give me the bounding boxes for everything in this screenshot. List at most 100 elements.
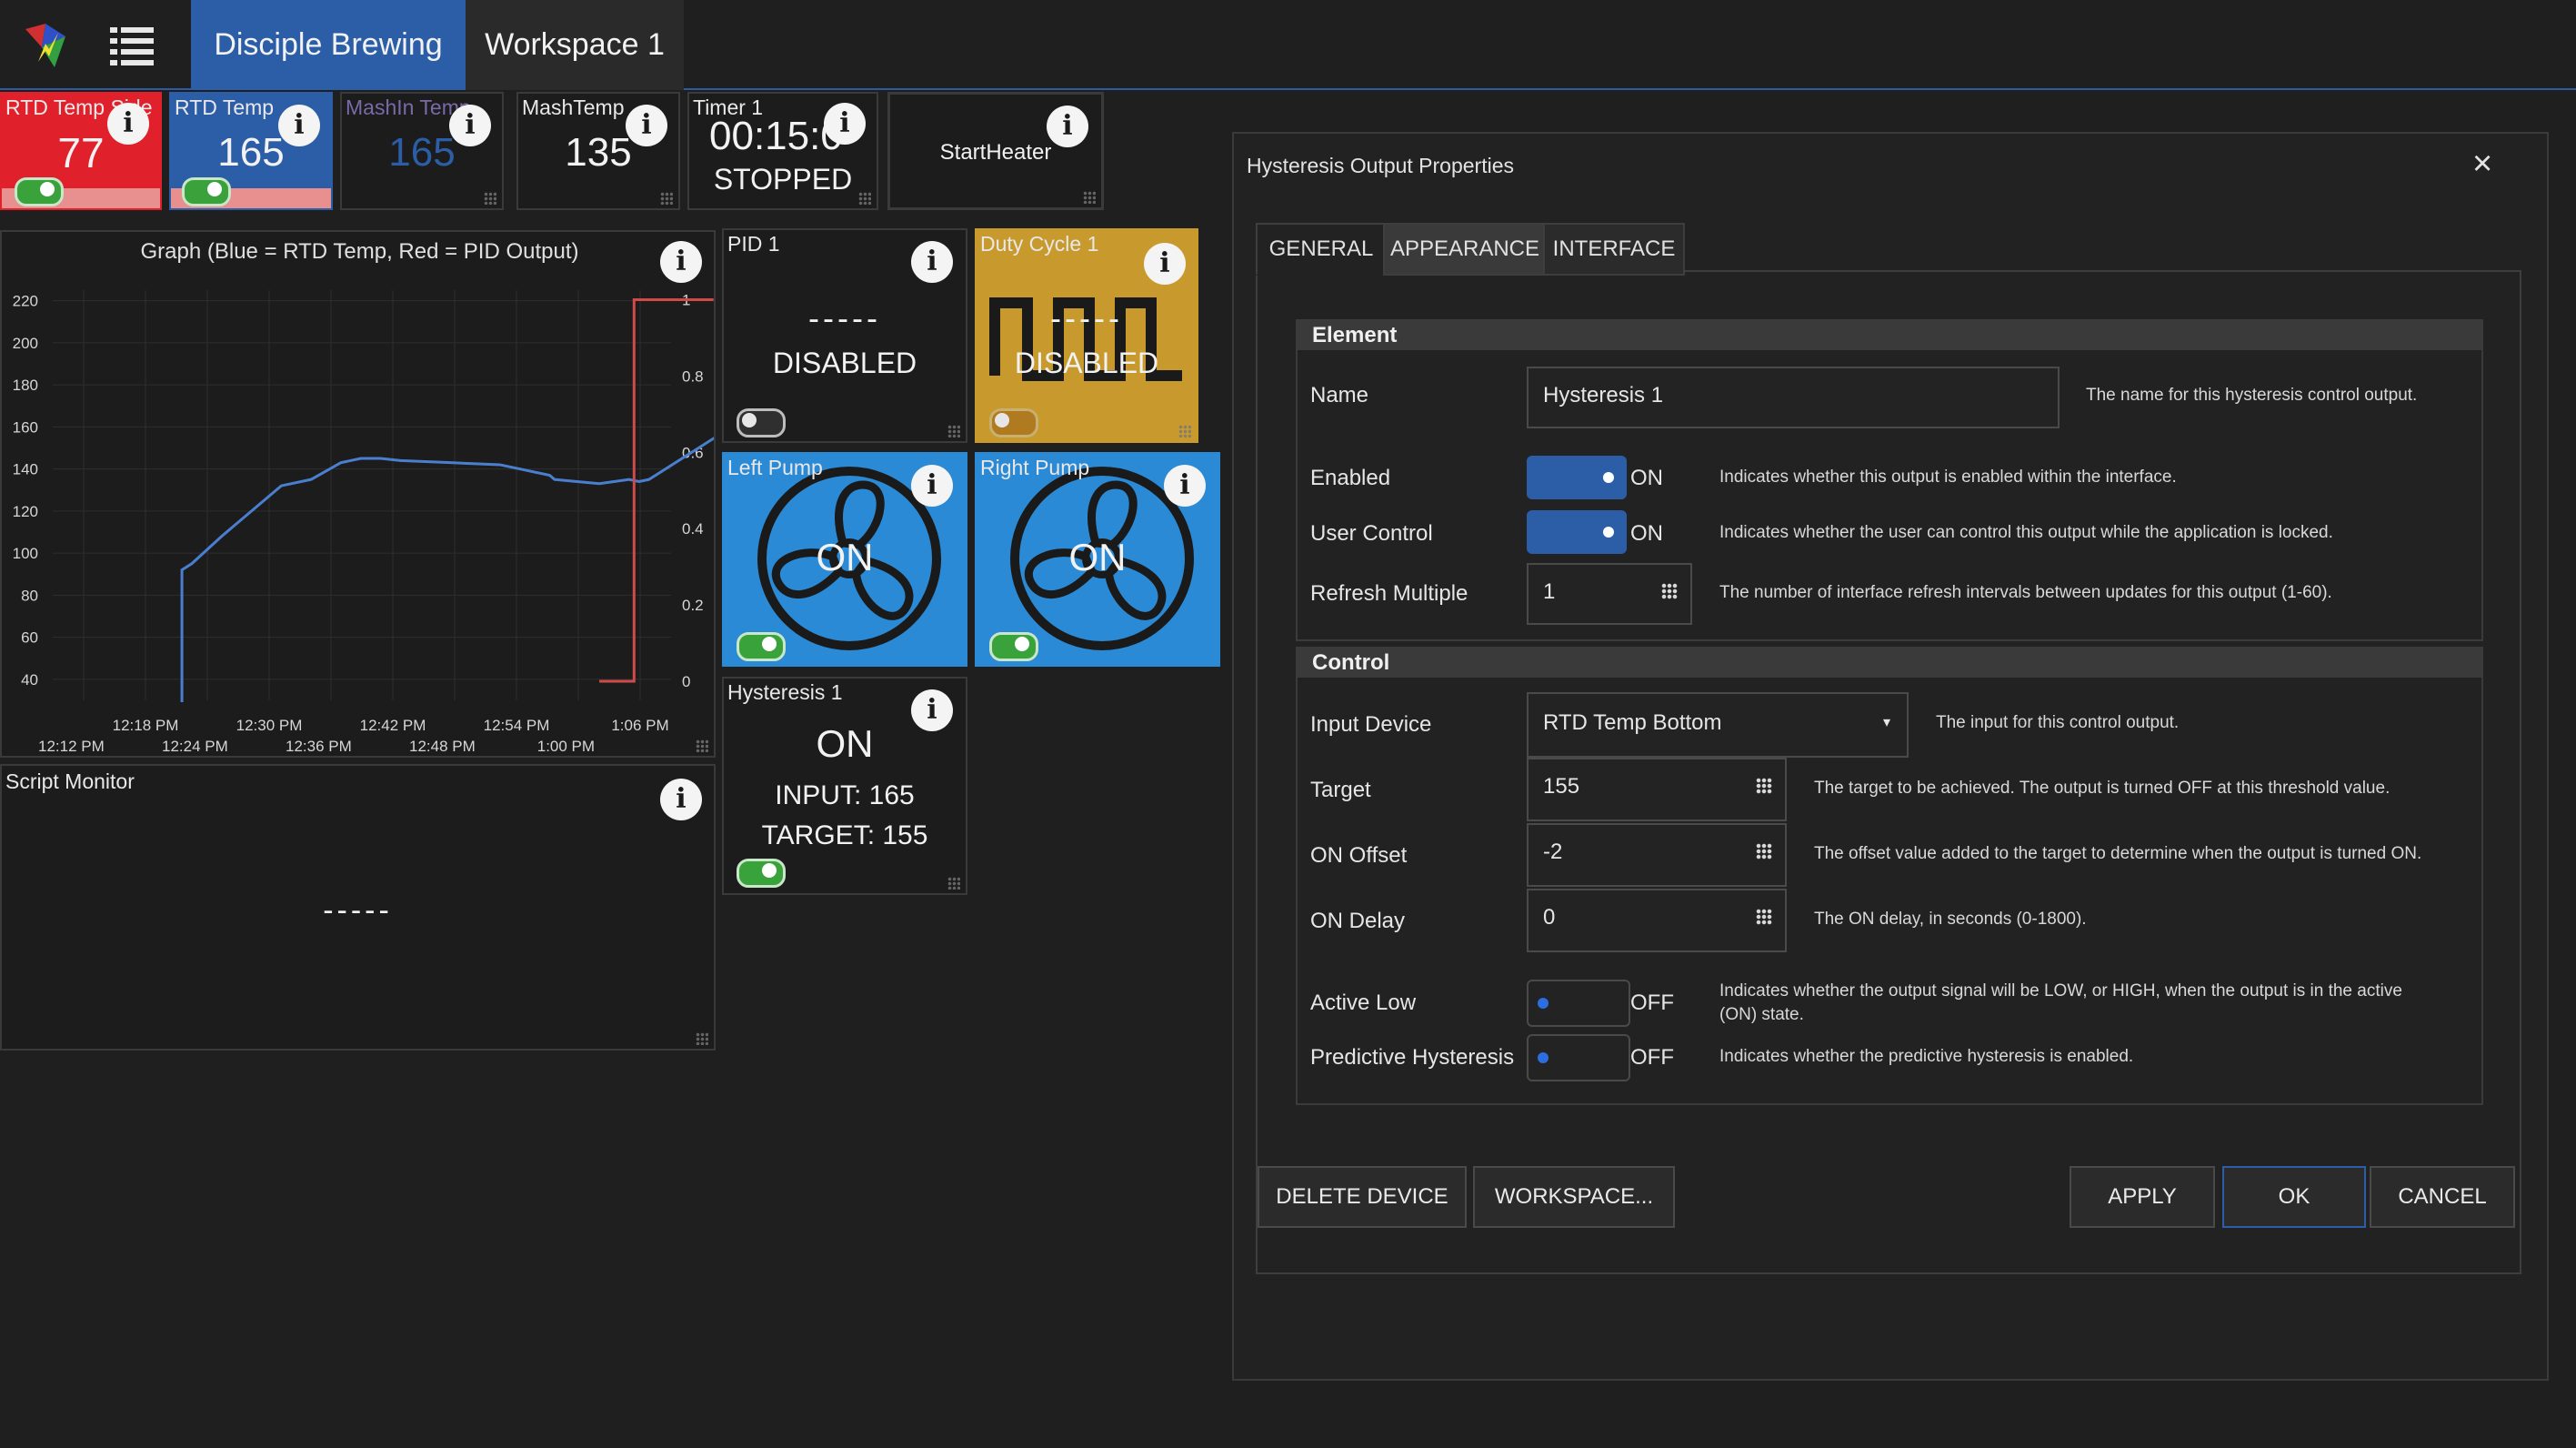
tile-start-heater[interactable]: StartHeater i — [887, 92, 1104, 210]
delete-device-button[interactable]: DELETE DEVICE — [1258, 1166, 1467, 1228]
x-tick-label: 12:42 PM — [360, 717, 426, 734]
target-field[interactable]: 155 — [1527, 758, 1787, 821]
resize-grip[interactable] — [660, 192, 673, 205]
keypad-icon[interactable] — [1756, 778, 1772, 794]
resize-grip[interactable] — [947, 877, 960, 890]
enable-toggle[interactable] — [182, 177, 231, 206]
resize-grip[interactable] — [1178, 425, 1191, 437]
enable-toggle[interactable] — [737, 632, 786, 661]
menu-list-icon[interactable] — [105, 18, 159, 73]
tile-right-pump[interactable]: Right Pump ON i — [975, 452, 1220, 667]
y-tick-right: 0.8 — [682, 367, 704, 385]
info-icon[interactable]: i — [278, 105, 320, 146]
x-tick-label: 1:06 PM — [611, 717, 668, 734]
enabled-description: Indicates whether this output is enabled… — [1719, 468, 2177, 487]
x-tick-label: 12:12 PM — [38, 738, 105, 755]
tile-left-pump[interactable]: Left Pump ON i — [722, 452, 967, 667]
info-icon[interactable]: i — [911, 241, 953, 283]
active-low-state: OFF — [1630, 990, 1674, 1015]
resize-grip[interactable] — [484, 192, 496, 205]
tile-mashtemp[interactable]: MashTemp 135 i — [516, 92, 680, 210]
tab-workspace-1[interactable]: Workspace 1 — [466, 0, 684, 90]
target-label: Target — [1310, 778, 1371, 802]
keypad-icon[interactable] — [1661, 583, 1678, 599]
pid-value: ----- — [808, 299, 881, 337]
pump-state: ON — [1068, 536, 1127, 578]
tile-pid-1[interactable]: PID 1 ----- DISABLED i — [722, 228, 967, 443]
hysteresis-target: TARGET: 155 — [761, 820, 928, 850]
cancel-button[interactable]: CANCEL — [2370, 1166, 2515, 1228]
enable-toggle[interactable] — [737, 408, 786, 437]
tab-appearance[interactable]: APPEARANCE — [1383, 223, 1547, 276]
app-logo-icon[interactable] — [18, 20, 73, 75]
user-control-state: ON — [1630, 521, 1663, 546]
tile-label: Left Pump — [727, 456, 823, 479]
refresh-multiple-label: Refresh Multiple — [1310, 581, 1468, 606]
close-icon[interactable]: × — [2472, 145, 2492, 184]
tile-label: MashTemp — [522, 96, 625, 119]
info-icon[interactable]: i — [449, 105, 491, 146]
y-tick-right: 0 — [682, 673, 690, 690]
pid-state: DISABLED — [772, 347, 917, 379]
graph-title: Graph (Blue = RTD Temp, Red = PID Output… — [140, 239, 579, 264]
apply-button[interactable]: APPLY — [2070, 1166, 2215, 1228]
resize-grip[interactable] — [947, 425, 960, 437]
y-tick-left: 100 — [13, 545, 38, 562]
enabled-switch[interactable] — [1527, 456, 1627, 499]
info-icon[interactable]: i — [626, 105, 667, 146]
info-icon[interactable]: i — [1164, 465, 1206, 507]
input-device-select[interactable]: RTD Temp Bottom ▾ — [1527, 692, 1909, 758]
input-device-description: The input for this control output. — [1936, 713, 2180, 732]
name-field[interactable]: Hysteresis 1 — [1527, 367, 2060, 428]
info-icon[interactable]: i — [660, 779, 702, 820]
tile-duty-cycle-1[interactable]: Duty Cycle 1 ----- DISABLED i — [975, 228, 1198, 443]
keypad-icon[interactable] — [1756, 909, 1772, 925]
tile-mashin-temp[interactable]: MashIn Temp 165 i — [340, 92, 504, 210]
info-icon[interactable]: i — [107, 103, 149, 145]
script-value: ----- — [323, 893, 393, 928]
user-control-switch[interactable] — [1527, 510, 1627, 554]
tile-timer-1[interactable]: Timer 1 00:15:0 STOPPED i — [687, 92, 878, 210]
tile-hysteresis-1[interactable]: Hysteresis 1 ON INPUT: 165 TARGET: 155 i — [722, 677, 967, 895]
info-icon[interactable]: i — [911, 465, 953, 507]
info-icon[interactable]: i — [824, 103, 866, 145]
x-tick-label: 12:24 PM — [162, 738, 228, 755]
name-label: Name — [1310, 383, 1369, 407]
tab-disciple-brewing[interactable]: Disciple Brewing — [191, 0, 466, 90]
workspace-button[interactable]: WORKSPACE... — [1473, 1166, 1675, 1228]
x-tick-label: 12:18 PM — [113, 717, 179, 734]
series-line-pid-output — [599, 297, 714, 683]
resize-grip[interactable] — [696, 1032, 708, 1045]
info-icon[interactable]: i — [911, 689, 953, 731]
enable-toggle[interactable] — [15, 177, 64, 206]
predictive-hysteresis-switch[interactable] — [1527, 1034, 1630, 1081]
refresh-multiple-field[interactable]: 1 — [1527, 563, 1692, 625]
info-icon[interactable]: i — [1047, 106, 1088, 147]
y-tick-left: 120 — [13, 503, 38, 520]
resize-grip[interactable] — [696, 739, 708, 752]
enable-toggle[interactable] — [989, 408, 1038, 437]
section-header: Element — [1298, 321, 2481, 350]
user-control-label: User Control — [1310, 521, 1433, 546]
on-offset-field[interactable]: -2 — [1527, 823, 1787, 887]
tab-interface[interactable]: INTERFACE — [1543, 223, 1685, 276]
tab-general[interactable]: GENERAL — [1256, 223, 1387, 276]
active-low-switch[interactable] — [1527, 980, 1630, 1027]
tile-label: Hysteresis 1 — [727, 680, 843, 704]
info-icon[interactable]: i — [1144, 243, 1186, 285]
ok-button[interactable]: OK — [2222, 1166, 2366, 1228]
tile-rtd-temp[interactable]: RTD Temp 165 i — [169, 92, 333, 210]
keypad-icon[interactable] — [1756, 843, 1772, 860]
tile-rtd-temp-side[interactable]: RTD Temp Side 77 i — [0, 92, 162, 210]
resize-grip[interactable] — [858, 192, 871, 205]
enable-toggle[interactable] — [989, 632, 1038, 661]
tile-label: RTD Temp — [175, 96, 275, 119]
timer-state: STOPPED — [713, 163, 853, 196]
on-delay-field[interactable]: 0 — [1527, 889, 1787, 952]
tile-label: Duty Cycle 1 — [980, 232, 1099, 256]
resize-grip[interactable] — [1083, 191, 1096, 204]
x-tick-label: 12:30 PM — [236, 717, 303, 734]
enable-toggle[interactable] — [737, 859, 786, 888]
on-offset-description: The offset value added to the target to … — [1814, 844, 2422, 863]
info-icon[interactable]: i — [660, 241, 702, 283]
